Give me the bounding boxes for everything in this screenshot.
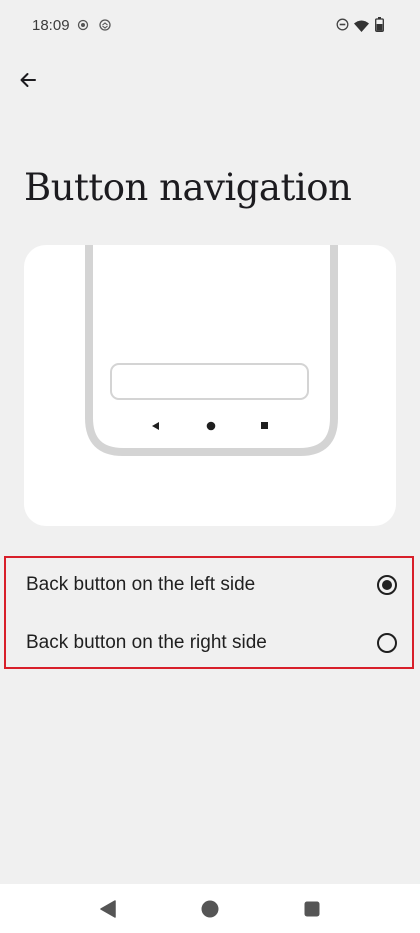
- battery-icon: [375, 17, 384, 37]
- back-button-position-options: Back button on the left side Back button…: [4, 556, 414, 669]
- phone-illustration: [85, 245, 338, 456]
- wifi-icon: [354, 19, 369, 37]
- do-not-disturb-icon: [336, 18, 349, 36]
- location-indicator-icon: [77, 18, 89, 36]
- illustration-home-icon: [206, 421, 216, 431]
- option-back-right[interactable]: Back button on the right side: [6, 616, 412, 670]
- data-saver-icon: [99, 18, 111, 36]
- option-label: Back button on the left side: [26, 574, 256, 595]
- status-time: 18:09: [32, 17, 70, 34]
- page-title: Button navigation: [24, 166, 352, 209]
- option-label: Back button on the right side: [26, 632, 267, 653]
- radio-unselected-icon[interactable]: [377, 633, 397, 653]
- back-button[interactable]: [10, 64, 46, 100]
- illustration-recents-icon: [261, 422, 268, 429]
- system-navigation-bar: [0, 884, 420, 933]
- option-back-left[interactable]: Back button on the left side: [6, 558, 412, 612]
- status-bar: 18:09: [0, 0, 420, 52]
- nav-recents-icon[interactable]: [304, 901, 320, 922]
- arrow-back-icon: [18, 70, 38, 95]
- nav-home-icon[interactable]: [201, 900, 219, 923]
- radio-selected-icon[interactable]: [377, 575, 397, 595]
- navigation-illustration: [24, 245, 396, 526]
- illustration-back-icon: [152, 422, 159, 430]
- nav-back-icon[interactable]: [100, 900, 116, 923]
